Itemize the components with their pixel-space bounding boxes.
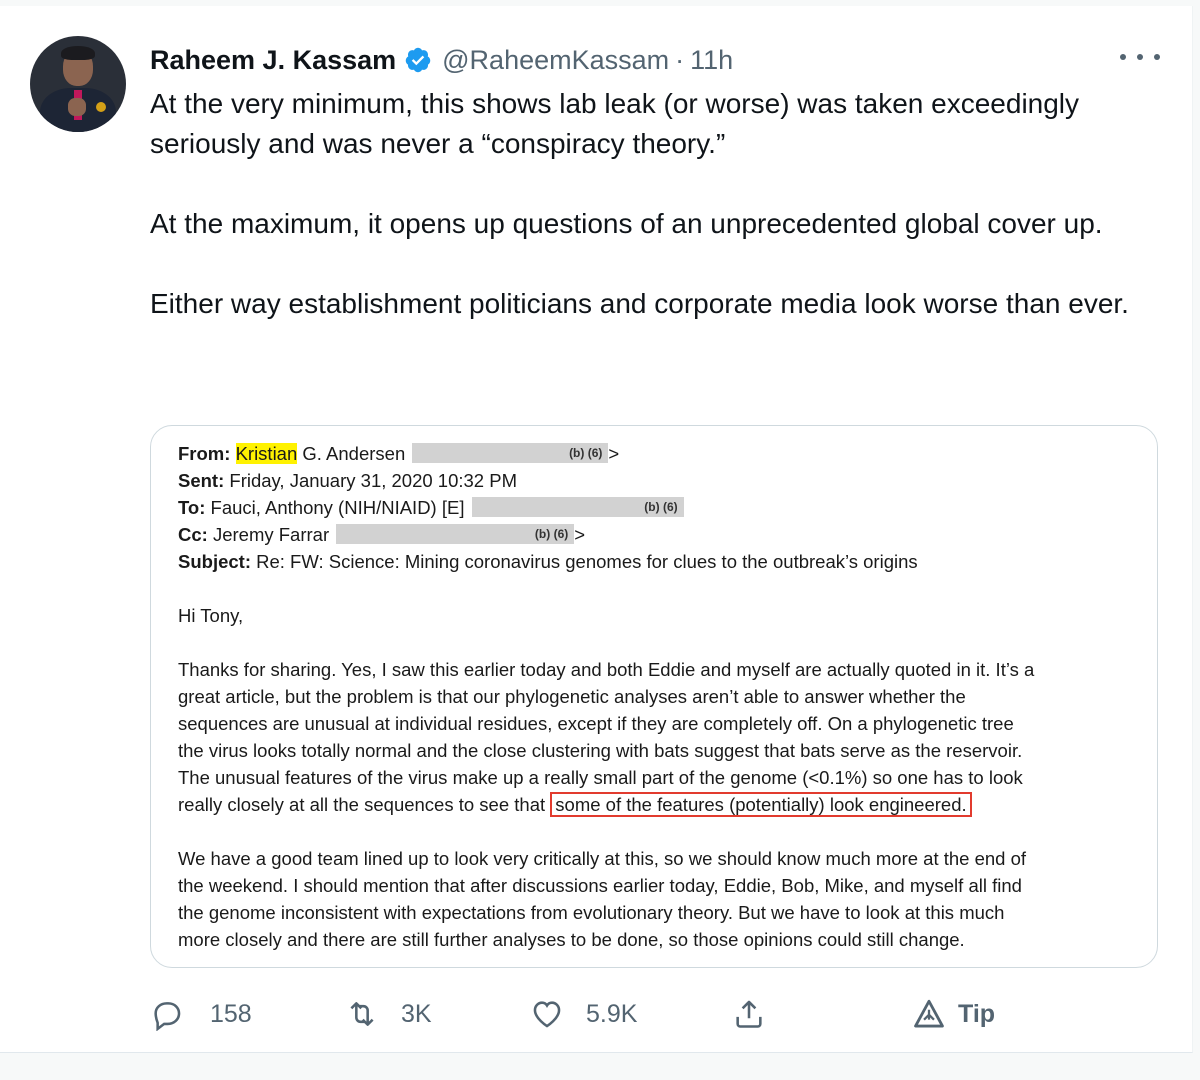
redaction-block: (b) (6) (471, 497, 684, 517)
email-body-line: the genome inconsistent with expectation… (178, 902, 1005, 923)
email-body-line: really closely at all the sequences to s… (178, 791, 1128, 818)
author-handle[interactable]: @RaheemKassam (442, 45, 669, 76)
tweet-paragraph: At the maximum, it opens up questions of… (150, 208, 1103, 239)
email-body-line: the virus looks totally normal and the c… (178, 740, 1023, 761)
email-body-line: the weekend. I should mention that after… (178, 875, 1022, 896)
email-body-line: more closely and there are still further… (178, 929, 965, 950)
avatar-hair (61, 46, 95, 60)
author-name[interactable]: Raheem J. Kassam (150, 45, 396, 76)
email-body-line: great article, but the problem is that o… (178, 686, 966, 707)
like-button[interactable]: 5.9K (530, 994, 637, 1034)
tweet-text: At the very minimum, this shows lab leak… (150, 84, 1160, 324)
attached-image[interactable]: From: Kristian G. Andersen (b) (6) > Sent… (150, 425, 1158, 968)
tweet-paragraph: Either way establishment politicians and… (150, 288, 1129, 319)
avatar-pin (96, 102, 106, 112)
tip-button[interactable]: Tip (912, 994, 995, 1034)
boxed-emphasis: some of the features (potentially) look … (550, 792, 972, 817)
highlighted-name: Kristian (235, 443, 298, 464)
tweet-paragraph: At the very minimum, this shows lab leak… (150, 88, 1080, 159)
more-options-icon[interactable] (1120, 42, 1160, 72)
reply-icon (154, 1002, 181, 1031)
email-body-line: The unusual features of the virus make u… (178, 767, 1023, 788)
redaction-block: (b) (6) (336, 524, 575, 544)
like-count: 5.9K (586, 999, 638, 1028)
email-greeting: Hi Tony, (178, 605, 244, 626)
email-to: To: Fauci, Anthony (NIH/NIAID) [E] (b) (… (178, 494, 1128, 521)
tip-label: Tip (958, 999, 996, 1028)
reply-count: 158 (210, 999, 252, 1028)
redaction-block: (b) (6) (412, 443, 609, 463)
avatar-hand (68, 98, 86, 116)
email-body-line: Thanks for sharing. Yes, I saw this earl… (178, 659, 1035, 680)
page: Raheem J. Kassam @RaheemKassam · 11h At … (0, 0, 1200, 1080)
avatar[interactable] (30, 36, 126, 132)
tweet-header: Raheem J. Kassam @RaheemKassam · 11h (150, 42, 733, 78)
heart-icon (533, 1001, 561, 1028)
retweet-button[interactable]: 3K (345, 994, 432, 1034)
verified-badge-icon (404, 46, 432, 74)
header-separator: · (675, 44, 685, 75)
email-from: From: Kristian G. Andersen (b) (6) > (178, 443, 620, 464)
email-document: From: Kristian G. Andersen (b) (6) > Sent… (178, 440, 1128, 953)
email-body-line: sequences are unusual at individual resi… (178, 713, 1014, 734)
email-body-line: We have a good team lined up to look ver… (178, 848, 1027, 869)
action-bar: 158 3K 5.9K Tip (150, 994, 1160, 1034)
tweet-time[interactable]: 11h (690, 45, 733, 76)
retweet-icon (350, 1002, 374, 1026)
tweet[interactable]: Raheem J. Kassam @RaheemKassam · 11h At … (0, 6, 1193, 1053)
email-subject: Subject: Re: FW: Science: Mining coronav… (178, 551, 918, 572)
retweet-count: 3K (401, 999, 432, 1028)
email-sent: Sent: Friday, January 31, 2020 10:32 PM (178, 470, 517, 491)
email-cc: Cc: Jeremy Farrar (b) (6) > (178, 524, 586, 545)
share-button[interactable] (732, 994, 766, 1034)
tip-icon (914, 999, 944, 1028)
reply-button[interactable]: 158 (150, 994, 252, 1034)
share-icon (736, 1000, 762, 1028)
